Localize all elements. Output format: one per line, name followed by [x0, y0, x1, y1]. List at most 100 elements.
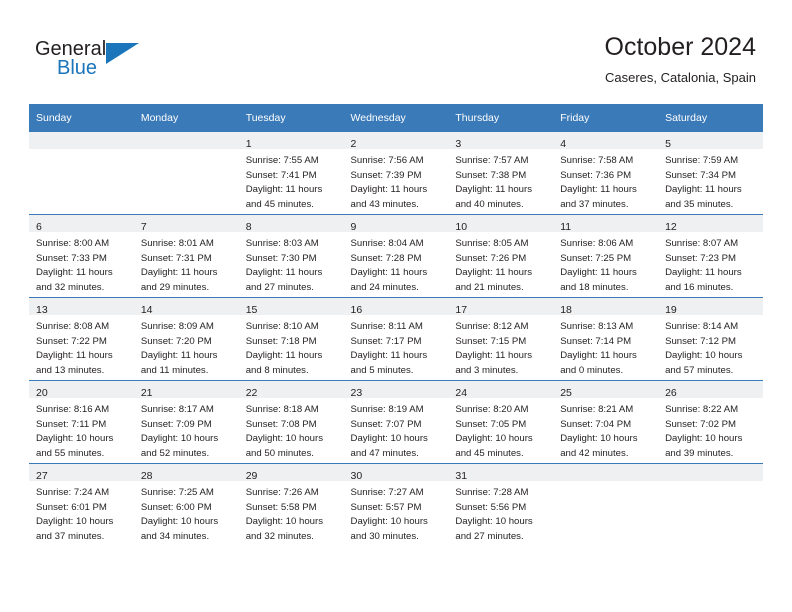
day-number: 28 — [140, 470, 153, 482]
sunset-time: Sunset: 7:18 PM — [245, 335, 317, 347]
calendar-day-cell[interactable]: 4 Sunrise: 7:58 AM Sunset: 7:36 PM Daylight… — [553, 132, 659, 215]
triangle-icon — [106, 43, 139, 64]
sunset-time: Sunset: 7:38 PM — [455, 169, 527, 181]
day-cell-details: Sunrise: 8:07 AM Sunset: 7:23 PM Daylight:… — [658, 232, 763, 295]
calendar-day-cell[interactable]: 20 Sunrise: 8:16 AM Sunset: 7:11 PM Dayligh… — [29, 380, 134, 464]
calendar-day-cell[interactable]: 15 Sunrise: 8:10 AM Sunset: 7:18 PM Dayligh… — [238, 297, 344, 381]
calendar-day-cell[interactable]: 2 Sunrise: 7:56 AM Sunset: 7:39 PM Daylight… — [343, 132, 449, 215]
calendar-day-cell[interactable]: 21 Sunrise: 8:17 AM Sunset: 7:09 PM Dayligh… — [133, 380, 239, 464]
sunset-time: Sunset: 7:41 PM — [245, 169, 317, 181]
sunrise-time: Sunrise: 8:17 AM — [140, 404, 214, 415]
calendar-day-cell[interactable]: 1 Sunrise: 7:55 AM Sunset: 7:41 PM Daylight… — [238, 132, 344, 215]
calendar-week-row: 20 Sunrise: 8:16 AM Sunset: 7:11 PM Dayligh… — [29, 380, 763, 464]
sunrise-time: Sunrise: 8:21 AM — [560, 404, 634, 415]
calendar-day-cell[interactable]: 16 Sunrise: 8:11 AM Sunset: 7:17 PM Dayligh… — [343, 297, 449, 381]
daylight-duration-line2: and 16 minutes. — [665, 281, 734, 293]
sunrise-time: Sunrise: 7:24 AM — [36, 487, 110, 498]
sunset-time: Sunset: 7:09 PM — [140, 418, 212, 430]
calendar-day-cell[interactable]: 23 Sunrise: 8:19 AM Sunset: 7:07 PM Dayligh… — [343, 380, 449, 464]
daylight-duration-line1: Daylight: 11 hours — [36, 267, 113, 279]
calendar-table: Sunday Monday Tuesday Wednesday Thursday Frid… — [29, 104, 763, 546]
day-cell-details: Sunrise: 8:10 AM Sunset: 7:18 PM Daylight:… — [239, 315, 344, 378]
sunrise-time: Sunrise: 8:20 AM — [455, 404, 529, 415]
calendar-day-cell[interactable]: 11 Sunrise: 8:06 AM Sunset: 7:25 PM Dayligh… — [553, 214, 659, 298]
day-number-band: 15 — [238, 298, 344, 316]
day-number-band: 9 — [343, 215, 449, 233]
daylight-duration-line1: Daylight: 10 hours — [665, 433, 743, 445]
weekday-header-monday: Monday — [133, 104, 239, 132]
day-cell-details: Sunrise: 8:14 AM Sunset: 7:12 PM Daylight:… — [658, 315, 763, 378]
calendar-day-cell[interactable]: 7 Sunrise: 8:01 AM Sunset: 7:31 PM Daylight… — [133, 214, 239, 298]
calendar-day-cell[interactable]: 31 Sunrise: 7:28 AM Sunset: 5:56 PM Dayligh… — [448, 463, 554, 546]
daylight-duration-line1: Daylight: 10 hours — [245, 516, 324, 528]
day-cell-details: Sunrise: 8:21 AM Sunset: 7:04 PM Daylight:… — [553, 398, 658, 461]
calendar-day-cell[interactable]: 3 Sunrise: 7:57 AM Sunset: 7:38 PM Daylight… — [448, 132, 554, 215]
sunrise-time: Sunrise: 8:19 AM — [350, 404, 424, 415]
daylight-duration-line2: and 32 minutes. — [245, 530, 314, 542]
daylight-duration-line2: and 57 minutes. — [665, 364, 734, 376]
calendar-day-cell[interactable]: 29 Sunrise: 7:26 AM Sunset: 5:58 PM Dayligh… — [238, 463, 344, 546]
day-cell-details: Sunrise: 7:28 AM Sunset: 5:56 PM Daylight:… — [448, 481, 553, 544]
calendar-day-cell[interactable]: 26 Sunrise: 8:22 AM Sunset: 7:02 PM Dayligh… — [658, 380, 763, 464]
day-number-band: 2 — [343, 132, 449, 150]
calendar-day-cell[interactable]: 24 Sunrise: 8:20 AM Sunset: 7:05 PM Dayligh… — [448, 380, 554, 464]
daylight-duration-line2: and 35 minutes. — [665, 198, 734, 210]
day-number-band: 26 — [658, 381, 763, 399]
day-cell-details: Sunrise: 8:17 AM Sunset: 7:09 PM Daylight:… — [134, 398, 239, 461]
sunset-time: Sunset: 5:57 PM — [350, 501, 422, 513]
daylight-duration-line2: and 42 minutes. — [560, 447, 629, 459]
daylight-duration-line2: and 3 minutes. — [455, 364, 519, 376]
weekday-header-wednesday: Wednesday — [343, 104, 449, 132]
daylight-duration-line2: and 18 minutes. — [560, 281, 629, 293]
sunrise-time: Sunrise: 8:22 AM — [665, 404, 739, 415]
sunset-time: Sunset: 6:01 PM — [36, 501, 107, 513]
sunset-time: Sunset: 7:17 PM — [350, 335, 422, 347]
daylight-duration-line1: Daylight: 10 hours — [560, 433, 638, 445]
calendar-day-cell[interactable]: 8 Sunrise: 8:03 AM Sunset: 7:30 PM Daylight… — [238, 214, 344, 298]
calendar-day-cell[interactable]: 28 Sunrise: 7:25 AM Sunset: 6:00 PM Dayligh… — [133, 463, 239, 546]
day-number-band: 8 — [238, 215, 344, 233]
daylight-duration-line2: and 37 minutes. — [36, 530, 105, 542]
day-cell-details: Sunrise: 8:20 AM Sunset: 7:05 PM Daylight:… — [448, 398, 553, 461]
day-number: 6 — [36, 221, 42, 233]
calendar-day-cell[interactable]: 12 Sunrise: 8:07 AM Sunset: 7:23 PM Dayligh… — [658, 214, 763, 298]
daylight-duration-line2: and 24 minutes. — [350, 281, 419, 293]
calendar-day-cell[interactable]: 18 Sunrise: 8:13 AM Sunset: 7:14 PM Dayligh… — [553, 297, 659, 381]
daylight-duration-line1: Daylight: 11 hours — [560, 267, 637, 279]
day-number: 11 — [560, 221, 572, 233]
calendar-day-cell[interactable]: 10 Sunrise: 8:05 AM Sunset: 7:26 PM Dayligh… — [448, 214, 554, 298]
calendar-day-cell[interactable]: 6 Sunrise: 8:00 AM Sunset: 7:33 PM Daylight… — [29, 214, 134, 298]
calendar-day-cell[interactable]: 19 Sunrise: 8:14 AM Sunset: 7:12 PM Dayligh… — [658, 297, 763, 381]
day-number-band: 24 — [448, 381, 554, 399]
daylight-duration-line2: and 13 minutes. — [36, 364, 105, 376]
day-number-band: 1 — [238, 132, 344, 150]
calendar-day-cell[interactable]: 22 Sunrise: 8:18 AM Sunset: 7:08 PM Dayligh… — [238, 380, 344, 464]
day-number-band — [553, 464, 659, 481]
weekday-header-friday: Friday — [553, 104, 659, 132]
day-cell-details: Sunrise: 7:55 AM Sunset: 7:41 PM Daylight:… — [239, 149, 344, 212]
sunset-time: Sunset: 7:15 PM — [455, 335, 527, 347]
page-header: General Blue October 2024 Caseres, Catal… — [0, 0, 792, 100]
day-cell-details: Sunrise: 7:58 AM Sunset: 7:36 PM Daylight:… — [553, 149, 658, 212]
day-number-band: 25 — [553, 381, 659, 399]
sunrise-time: Sunrise: 8:11 AM — [350, 321, 423, 332]
sunrise-time: Sunrise: 7:58 AM — [560, 155, 634, 166]
calendar-day-cell[interactable]: 17 Sunrise: 8:12 AM Sunset: 7:15 PM Dayligh… — [448, 297, 554, 381]
weekday-header-tuesday: Tuesday — [238, 104, 344, 132]
day-number: 2 — [350, 138, 357, 150]
calendar-day-cell-empty — [553, 463, 659, 546]
calendar-day-cell[interactable]: 27 Sunrise: 7:24 AM Sunset: 6:01 PM Dayligh… — [29, 463, 134, 546]
calendar-day-cell[interactable]: 25 Sunrise: 8:21 AM Sunset: 7:04 PM Dayligh… — [553, 380, 659, 464]
calendar-day-cell[interactable]: 5 Sunrise: 7:59 AM Sunset: 7:34 PM Daylight… — [658, 132, 763, 215]
sunrise-time: Sunrise: 8:07 AM — [665, 238, 739, 249]
weekday-header-saturday: Saturday — [658, 104, 763, 132]
calendar-day-cell[interactable]: 13 Sunrise: 8:08 AM Sunset: 7:22 PM Dayligh… — [29, 297, 134, 381]
calendar-week-row: 13 Sunrise: 8:08 AM Sunset: 7:22 PM Dayligh… — [29, 297, 763, 381]
calendar-day-cell[interactable]: 30 Sunrise: 7:27 AM Sunset: 5:57 PM Dayligh… — [343, 463, 449, 546]
daylight-duration-line2: and 11 minutes. — [140, 364, 209, 376]
daylight-duration-line2: and 0 minutes. — [560, 364, 624, 376]
weekday-header-thursday: Thursday — [448, 104, 554, 132]
calendar-day-cell[interactable]: 9 Sunrise: 8:04 AM Sunset: 7:28 PM Daylight… — [343, 214, 449, 298]
daylight-duration-line2: and 8 minutes. — [245, 364, 309, 376]
calendar-day-cell[interactable]: 14 Sunrise: 8:09 AM Sunset: 7:20 PM Dayligh… — [133, 297, 239, 381]
